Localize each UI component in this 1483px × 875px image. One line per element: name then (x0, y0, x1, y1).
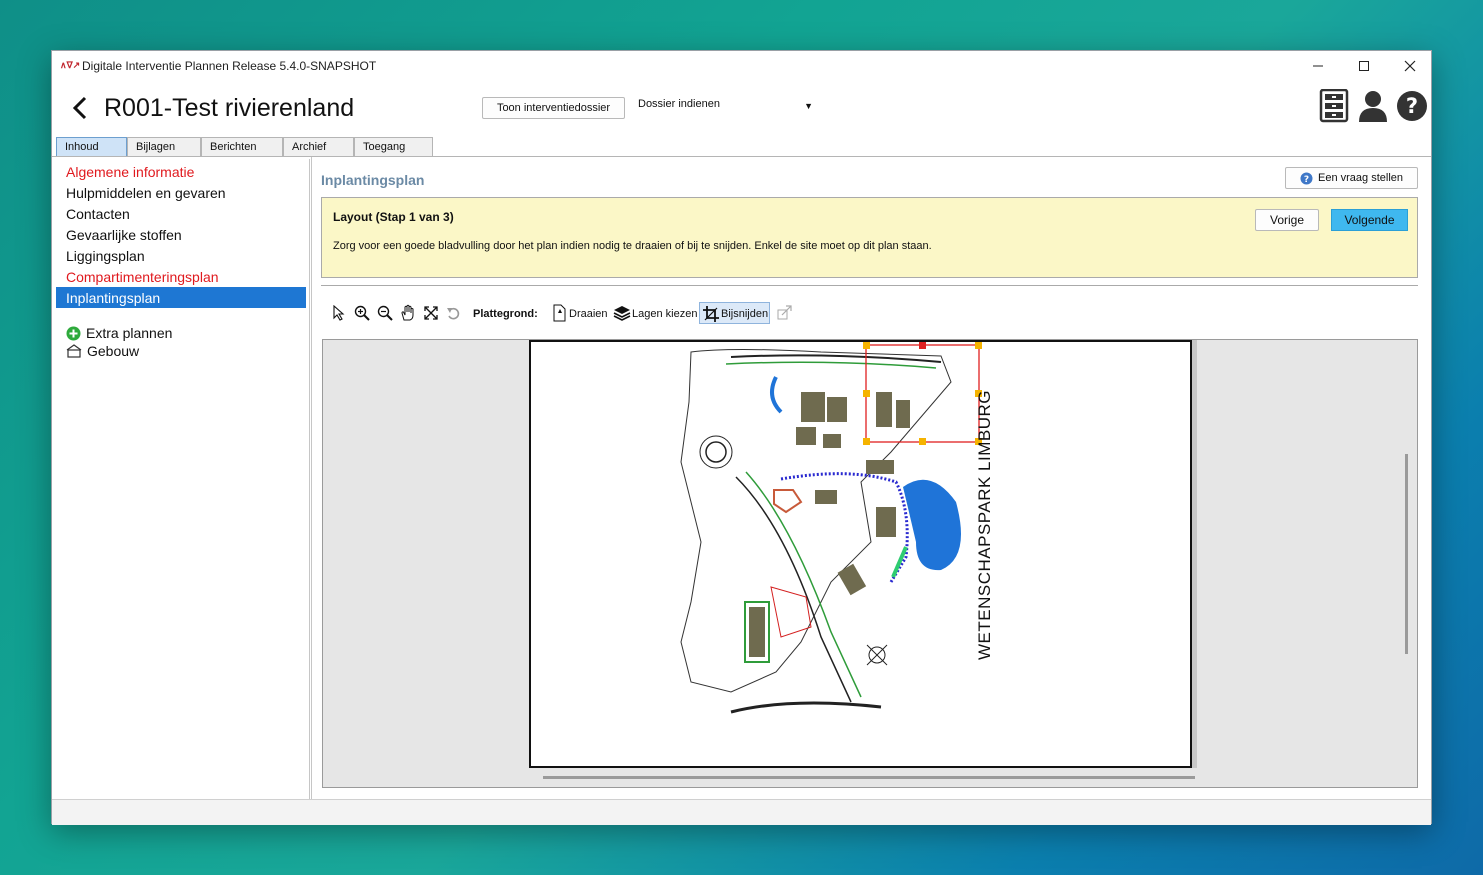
previous-button[interactable]: Vorige (1255, 209, 1319, 231)
step-title: Layout (Stap 1 van 3) (333, 210, 454, 224)
file-cabinet-icon[interactable] (1318, 88, 1350, 123)
select-pointer-icon[interactable] (330, 304, 348, 322)
building-icon (66, 344, 82, 358)
crop-icon (703, 306, 719, 322)
sidebar-item-contacten[interactable]: Contacten (56, 203, 306, 224)
sheet-shadow (1192, 340, 1197, 768)
sidebar-item-compartimenteringsplan[interactable]: Compartimenteringsplan (56, 266, 306, 287)
add-circle-icon (66, 326, 81, 340)
sidebar-item-algemene-informatie[interactable]: Algemene informatie (56, 161, 306, 182)
site-plan-drawing (680, 342, 982, 714)
question-bubble-icon: ? (1300, 172, 1313, 185)
tab-bijlagen[interactable]: Bijlagen (127, 137, 201, 156)
map-title: WETENSCHAPSPARK LIMBURG (975, 389, 994, 660)
main-panel: Inplantingsplan ? Een vraag stellen Layo… (312, 157, 1431, 799)
user-icon[interactable] (1357, 89, 1389, 123)
window-title: Digitale Interventie Plannen Release 5.4… (82, 59, 377, 73)
sidebar-item-hulpmiddelen[interactable]: Hulpmiddelen en gevaren (56, 182, 306, 203)
back-arrow-icon[interactable] (70, 95, 90, 121)
ask-question-label: Een vraag stellen (1318, 172, 1403, 184)
layers-label[interactable]: Lagen kiezen (632, 308, 697, 320)
svg-text:?: ? (1406, 94, 1418, 118)
fit-extent-icon[interactable] (422, 304, 440, 322)
tab-archief[interactable]: Archief (283, 137, 354, 156)
app-logo-icon: ∧∇↗ (60, 60, 81, 70)
zoom-out-icon[interactable] (376, 304, 394, 322)
plan-sheet: WETENSCHAPSPARK LIMBURG (529, 340, 1192, 768)
zoom-in-icon[interactable] (353, 304, 371, 322)
layers-icon[interactable] (613, 304, 631, 322)
close-icon[interactable] (1387, 51, 1433, 81)
pan-hand-icon[interactable] (399, 304, 417, 322)
header: R001-Test rivierenland Toon interventied… (52, 81, 1431, 139)
building-item[interactable]: Gebouw (66, 343, 139, 359)
plan-viewer[interactable]: WETENSCHAPSPARK LIMBURG (322, 339, 1418, 788)
undo-icon[interactable] (444, 304, 462, 322)
map-toolbar: Plattegrond: Draaien Lagen kiezen Bijsni… (330, 302, 830, 326)
sidebar-item-inplantingsplan[interactable]: Inplantingsplan (56, 287, 306, 308)
extra-plans-label: Extra plannen (86, 325, 173, 341)
plattegrond-label: Plattegrond: (473, 308, 538, 320)
show-dossier-button[interactable]: Toon interventiedossier (482, 97, 625, 119)
page-title: R001-Test rivierenland (104, 94, 355, 122)
minimize-icon[interactable] (1295, 51, 1341, 81)
dossier-dropdown[interactable]: Dossier indienen ▼ (638, 98, 813, 118)
rotate-label[interactable]: Draaien (569, 308, 608, 320)
dossier-dropdown-value: Dossier indienen (638, 98, 720, 110)
sidebar-item-liggingsplan[interactable]: Liggingsplan (56, 245, 306, 266)
section-title: Inplantingsplan (321, 172, 425, 188)
title-bar: ∧∇↗ Digitale Interventie Plannen Release… (52, 51, 1431, 81)
sidebar: Algemene informatie Hulpmiddelen en geva… (54, 159, 310, 799)
next-button[interactable]: Volgende (1331, 209, 1408, 231)
tab-inhoud[interactable]: Inhoud (56, 137, 127, 156)
help-icon[interactable]: ? (1396, 90, 1428, 124)
crop-label: Bijsnijden (721, 308, 769, 320)
maximize-icon[interactable] (1341, 51, 1387, 81)
status-bar (52, 799, 1431, 825)
app-window: ∧∇↗ Digitale Interventie Plannen Release… (51, 50, 1432, 825)
vertical-scrollbar[interactable] (1405, 454, 1408, 654)
rotate-page-icon[interactable] (550, 304, 568, 322)
building-label: Gebouw (87, 343, 140, 359)
extra-plans-item[interactable]: Extra plannen (66, 325, 172, 341)
tab-toegang[interactable]: Toegang (354, 137, 433, 156)
crop-reset-icon[interactable] (775, 304, 793, 322)
svg-text:?: ? (1304, 175, 1309, 185)
divider (321, 285, 1418, 286)
step-instructions: Zorg voor een goede bladvulling door het… (333, 240, 932, 252)
horizontal-scrollbar[interactable] (543, 776, 1195, 779)
ask-question-button[interactable]: ? Een vraag stellen (1285, 167, 1418, 189)
sidebar-item-gevaarlijke-stoffen[interactable]: Gevaarlijke stoffen (56, 224, 306, 245)
step-info-box: Layout (Stap 1 van 3) Zorg voor een goed… (321, 197, 1418, 278)
crop-button[interactable]: Bijsnijden (699, 302, 770, 324)
tab-berichten[interactable]: Berichten (201, 137, 283, 156)
chevron-down-icon: ▼ (804, 101, 813, 111)
